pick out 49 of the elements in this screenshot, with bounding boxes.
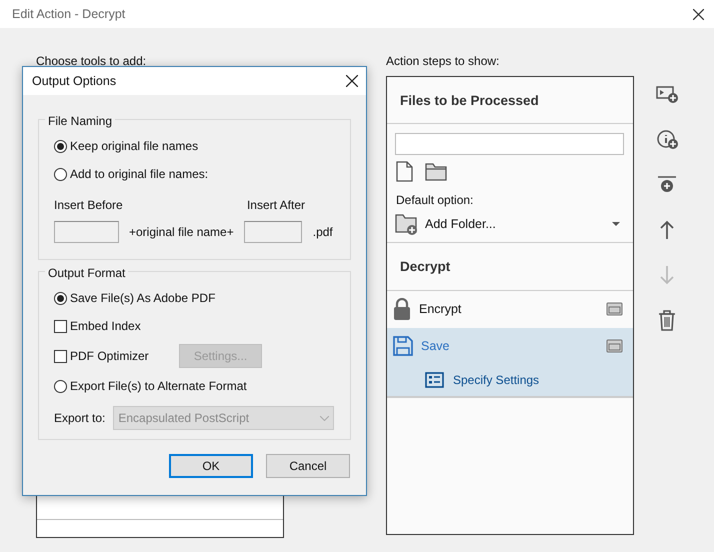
settings-list-icon [425,372,444,388]
close-icon[interactable] [693,8,704,20]
option-label[interactable]: Keep original file names [70,137,198,155]
floppy-disk-icon [393,336,413,356]
lock-icon [393,298,411,320]
file-icon[interactable] [396,161,413,182]
dialog-toggle-icon[interactable] [606,302,623,316]
suffix-text: .pdf [312,224,333,241]
option-label[interactable]: Save File(s) As Adobe PDF [70,289,216,307]
chevron-down-icon [320,416,330,420]
panel-label: Action steps to show: [386,53,500,70]
caret-icon [612,222,620,226]
radio-button[interactable] [54,380,67,392]
dialog-button[interactable]: Cancel [266,454,350,478]
step-label: Encrypt [419,300,462,318]
step-label: Save [421,338,450,355]
dialog-button[interactable]: OK [169,454,253,478]
checkbox[interactable] [54,350,67,362]
radio-button[interactable] [54,292,67,304]
substep-label: Specify Settings [453,372,540,389]
default-option-dropdown[interactable]: Add Folder... [387,213,633,236]
section-title: Decrypt [387,243,633,290]
radio-button[interactable] [54,140,67,152]
folder-add-icon [395,213,419,236]
close-icon[interactable] [346,75,358,87]
step-row[interactable]: Encrypt [387,290,633,328]
field-label: Insert Before [54,197,123,214]
field-label: Export to: [54,410,106,427]
insert-before-field[interactable] [54,221,119,243]
option-label[interactable]: Export File(s) to Alternate Format [70,377,247,395]
panel-label: Choose tools to add: [36,53,148,70]
window-title: Edit Action - Decrypt [12,6,126,23]
checkbox[interactable] [54,320,67,332]
dialog-toggle-icon[interactable] [606,339,623,353]
option-label[interactable]: Add to original file names: [70,165,208,183]
folder-icon[interactable] [425,162,447,181]
insert-after-field[interactable] [244,221,302,243]
section-title: Files to be Processed [387,77,633,124]
default-option-label: Default option: [395,192,474,210]
option-label[interactable]: Embed Index [70,317,141,335]
step-row[interactable]: Save [387,328,633,364]
field-label: Insert After [246,197,305,214]
radio-button[interactable] [54,168,67,180]
substep-row[interactable]: Specify Settings [387,364,633,398]
dialog-title: Output Options [32,72,116,90]
middle-text: +original file name+ [129,224,234,241]
option-label[interactable]: PDF Optimizer [70,347,149,365]
info-add-icon[interactable] [656,129,679,152]
path-field[interactable] [395,133,624,156]
